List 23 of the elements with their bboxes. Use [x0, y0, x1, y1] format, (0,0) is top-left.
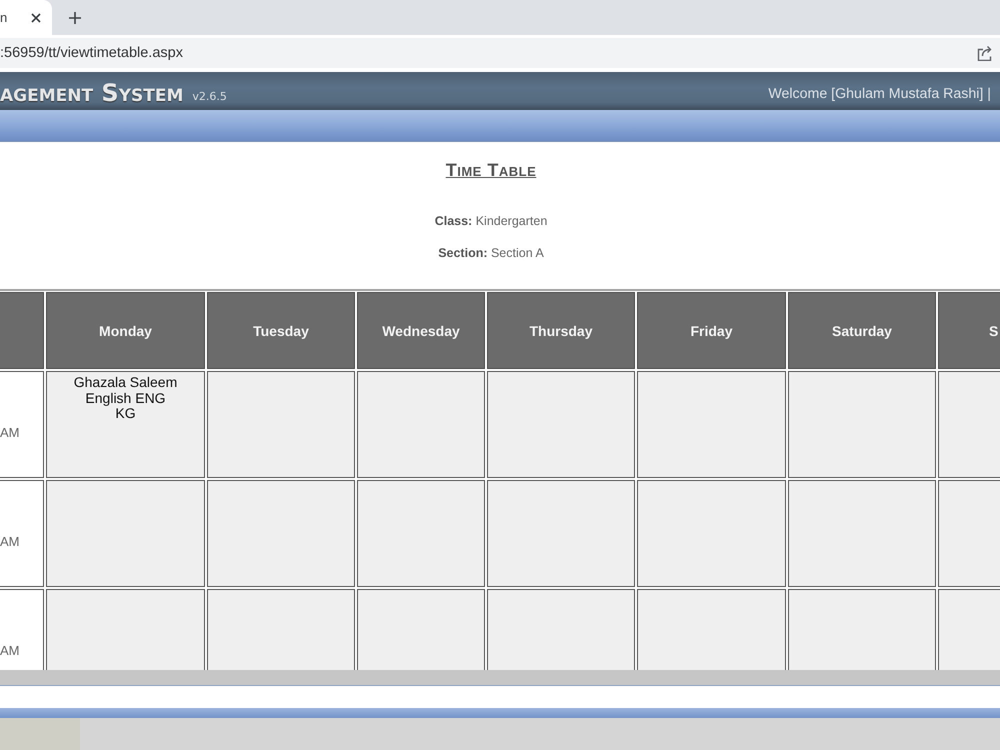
app-title: agement System — [0, 79, 184, 107]
day-header: S — [938, 292, 1000, 369]
detail-text: Class: Kindergarten — [434, 214, 548, 228]
day-header: Tuesday — [207, 292, 355, 369]
day-header: Friday — [637, 292, 786, 369]
day-header: Wednesday — [357, 292, 485, 369]
browser-tab[interactable]: n — [0, 0, 52, 35]
day-header: Monday — [46, 292, 205, 369]
close-icon[interactable] — [30, 12, 42, 24]
timetable-cell: Ghazala Saleem English ENG KG — [46, 371, 205, 478]
address-bar[interactable]: :56959/tt/viewtimetable.aspx — [0, 38, 1000, 68]
time-cell: AM — [0, 480, 44, 587]
day-header: Saturday — [788, 292, 936, 369]
share-icon[interactable] — [977, 45, 993, 61]
day-header: Thursday — [487, 292, 635, 369]
horizontal-scrollbar[interactable] — [0, 670, 1000, 685]
time-cell: AM — [0, 589, 44, 670]
welcome-text: Welcome [Ghulam Mustafa Rashi] | — [768, 86, 991, 102]
page-title: Time Table — [446, 160, 536, 180]
detail-text: Section: Section A — [438, 246, 544, 260]
version-label: v2.6.5 — [192, 90, 227, 103]
time-cell: AM — [0, 371, 44, 478]
plus-icon[interactable] — [68, 10, 82, 24]
